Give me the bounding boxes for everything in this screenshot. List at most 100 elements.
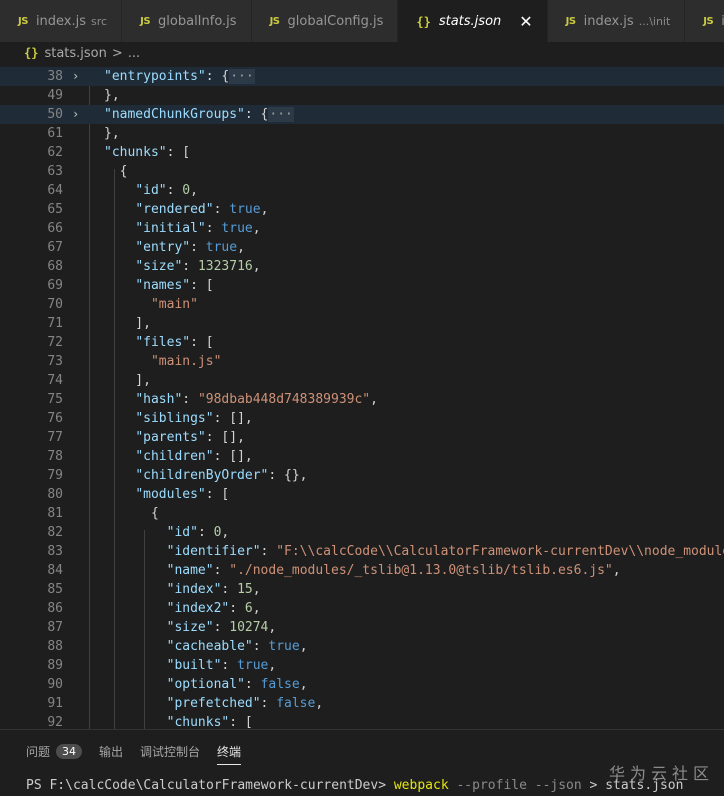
code-line[interactable]: 72 "files": [ <box>0 333 724 352</box>
line-number: 64 <box>47 183 63 198</box>
code-text: "modules": [ <box>104 485 229 504</box>
code-line[interactable]: 62 "chunks": [ <box>0 143 724 162</box>
js-file-icon: JS <box>565 16 576 27</box>
code-token: ··· <box>229 69 255 84</box>
panel-tab-0[interactable]: 问题 34 <box>26 740 83 762</box>
code-line[interactable]: 86 "index2": 6, <box>0 599 724 618</box>
fold-chevron-icon[interactable]: › <box>72 105 86 124</box>
code-token: , <box>299 677 308 692</box>
code-line[interactable]: 73 "main.js" <box>0 352 724 371</box>
code-line[interactable]: 65 "rendered": true, <box>0 200 724 219</box>
code-line[interactable]: 88 "cacheable": true, <box>0 637 724 656</box>
panel-tab-1[interactable]: 输出 <box>99 740 123 762</box>
code-line[interactable]: 83 "identifier": "F:\\calcCode\\Calculat… <box>0 542 724 561</box>
code-text: ], <box>104 371 151 390</box>
tab-4[interactable]: JS index.js ...\init <box>547 0 686 42</box>
code-text: "index": 15, <box>104 580 261 599</box>
panel-tab-2[interactable]: 调试控制台 <box>140 740 200 762</box>
tab-0[interactable]: JS index.js src <box>0 0 123 42</box>
code-text: "entry": true, <box>104 238 245 257</box>
code-text: "size": 10274, <box>104 618 277 637</box>
tab-5[interactable]: JSinde <box>685 0 724 42</box>
line-number: 77 <box>47 430 63 445</box>
terminal-flags: --profile --json <box>448 778 582 793</box>
code-line[interactable]: 91 "prefetched": false, <box>0 694 724 713</box>
code-line[interactable]: 70 "main" <box>0 295 724 314</box>
line-number: 49 <box>47 88 63 103</box>
breadcrumb-symbol[interactable]: ... <box>128 46 140 61</box>
code-token: , <box>260 202 269 217</box>
code-text: "parents": [], <box>104 428 245 447</box>
code-token: "chunks" <box>104 145 167 160</box>
code-line[interactable]: 38 › "entrypoints": {··· <box>0 67 724 86</box>
code-line[interactable]: 85 "index": 15, <box>0 580 724 599</box>
code-token: : <box>166 183 183 198</box>
code-line[interactable]: 78 "children": [], <box>0 447 724 466</box>
code-editor[interactable]: 38 › "entrypoints": {··· 49}, 50 › "namedChunk… <box>0 63 724 729</box>
code-line[interactable]: 87 "size": 10274, <box>0 618 724 637</box>
code-line[interactable]: 68 "size": 1323716, <box>0 257 724 276</box>
code-token: ], <box>104 316 151 331</box>
code-line[interactable]: 71 ], <box>0 314 724 333</box>
close-icon[interactable]: ✕ <box>519 12 532 31</box>
code-line[interactable]: 80 "modules": [ <box>0 485 724 504</box>
code-text: "rendered": true, <box>104 200 268 219</box>
code-line[interactable]: 67 "entry": true, <box>0 238 724 257</box>
code-line[interactable]: 92 "chunks": [ <box>0 713 724 729</box>
code-token: true <box>205 240 238 255</box>
tab-3[interactable]: {} stats.json ✕ <box>398 0 548 42</box>
line-number: 79 <box>47 468 63 483</box>
code-token: "F:\\calcCode\\CalculatorFramework-curre… <box>276 544 724 559</box>
code-token: "prefetched" <box>166 696 261 711</box>
code-line[interactable]: 64 "id": 0, <box>0 181 724 200</box>
tab-label: globalInfo.js <box>158 14 237 29</box>
code-line[interactable]: 66 "initial": true, <box>0 219 724 238</box>
code-token: : <box>190 240 206 255</box>
code-line[interactable]: 84 "name": "./node_modules/_tslib@1.13.0… <box>0 561 724 580</box>
terminal-line[interactable]: PS F:\calcCode\CalculatorFramework-curre… <box>26 778 683 793</box>
code-line[interactable]: 77 "parents": [], <box>0 428 724 447</box>
code-token: "name" <box>166 563 214 578</box>
code-line[interactable]: 79 "childrenByOrder": {}, <box>0 466 724 485</box>
json-file-icon: {} <box>416 14 431 29</box>
code-line[interactable]: 50 › "namedChunkGroups": {··· <box>0 105 724 124</box>
bottom-panel: 问题 34 输出 调试控制台 终端 华为云社区 PS F:\calcCode\Calcu… <box>0 729 724 796</box>
code-line[interactable]: 81 { <box>0 504 724 523</box>
line-number: 75 <box>47 392 63 407</box>
fold-chevron-icon[interactable]: › <box>72 67 86 86</box>
line-number: 86 <box>47 601 63 616</box>
code-line[interactable]: 82 "id": 0, <box>0 523 724 542</box>
tab-2[interactable]: JS globalConfig.js <box>251 0 399 42</box>
code-line[interactable]: 61}, <box>0 124 724 143</box>
code-line[interactable]: 69 "names": [ <box>0 276 724 295</box>
code-token: "./node_modules/_tslib@1.13.0@tslib/tsli… <box>229 563 613 578</box>
line-number: 80 <box>47 487 63 502</box>
code-line[interactable]: 76 "siblings": [], <box>0 409 724 428</box>
code-line[interactable]: 90 "optional": false, <box>0 675 724 694</box>
code-line[interactable]: 74 ], <box>0 371 724 390</box>
tab-1[interactable]: JS globalInfo.js <box>122 0 252 42</box>
code-token: , <box>252 221 261 236</box>
line-number: 38 <box>47 69 63 84</box>
code-line[interactable]: 75 "hash": "98dbab448d748389939c", <box>0 390 724 409</box>
code-line[interactable]: 89 "built": true, <box>0 656 724 675</box>
panel-tab-label: 输出 <box>99 744 124 759</box>
code-token: "modules" <box>135 487 206 502</box>
code-token: "children" <box>135 449 214 464</box>
code-token: 10274 <box>229 620 269 635</box>
panel-tab-3[interactable]: 终端 <box>217 740 242 765</box>
panel-tab-label: 问题 <box>26 744 51 759</box>
code-line[interactable]: 63 { <box>0 162 724 181</box>
code-line[interactable]: 49}, <box>0 86 724 105</box>
code-text: "optional": false, <box>104 675 308 694</box>
code-token: "built" <box>166 658 222 673</box>
breadcrumb-file[interactable]: stats.json <box>44 46 106 61</box>
code-token: : [ <box>205 487 230 502</box>
code-token: : <box>229 601 245 616</box>
